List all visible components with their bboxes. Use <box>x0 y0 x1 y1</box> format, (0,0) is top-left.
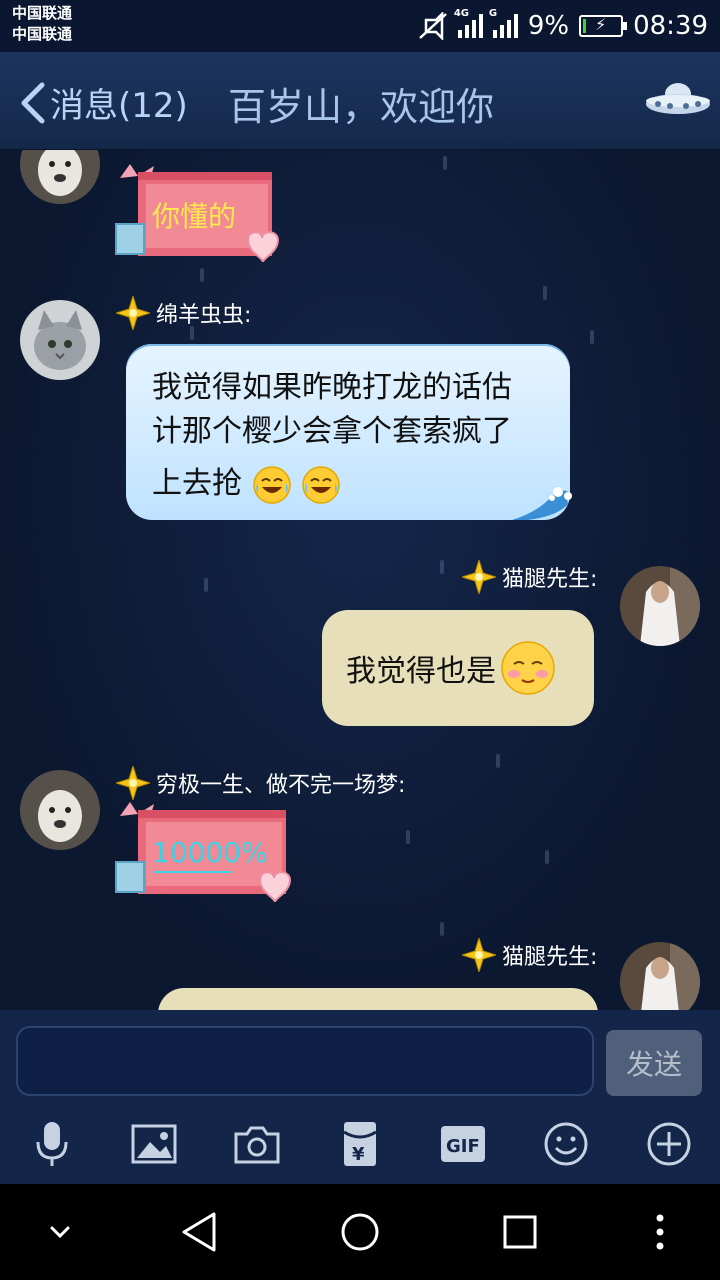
red-packet-icon[interactable]: ¥ <box>334 1118 386 1170</box>
more-icon[interactable] <box>634 1206 686 1258</box>
carrier-2: 中国联通 <box>12 25 73 43</box>
sticker-text: 你懂的 <box>152 200 236 233</box>
avatar[interactable] <box>620 566 700 646</box>
composer-toolbar: ¥ GIF <box>0 1110 720 1184</box>
battery-icon: ⚡ <box>579 15 628 37</box>
message-line: 计那个樱少会拿个套索疯了 <box>152 414 512 449</box>
sender-row: 猫腿先生: <box>462 560 597 594</box>
sender-name: 穷极一生、做不完一场梦: <box>156 773 406 798</box>
back-button[interactable]: 消息(12) <box>18 78 188 127</box>
sender-name: 猫腿先生: <box>502 945 598 970</box>
avatar[interactable] <box>620 942 700 1010</box>
svg-text:GIF: GIF <box>446 1136 480 1157</box>
sticker-text: 10000% <box>152 836 268 869</box>
sender-name: 绵羊虫虫: <box>156 303 252 328</box>
gift-sticker[interactable]: 你懂的 <box>108 162 288 272</box>
camera-icon[interactable] <box>231 1118 283 1170</box>
message-line: 我觉得如果昨晚打龙的话估 <box>152 370 512 405</box>
gif-icon[interactable]: GIF <box>437 1118 489 1170</box>
status-icons: 4G G 9% ⚡ 08:39 <box>418 8 708 44</box>
chat-title: 百岁山，欢迎你 <box>228 85 495 129</box>
laugh-cry-emoji <box>302 465 340 504</box>
message-list[interactable]: 你懂的 绵羊虫虫: 我觉得如果昨晚打龙的话估 计那个樱少会拿个套索疯了 上去抢 <box>0 150 720 1010</box>
system-nav-bar <box>0 1184 720 1280</box>
sparkle-badge-icon <box>462 938 496 972</box>
message-bubble[interactable]: 我觉得也是 <box>322 610 594 726</box>
avatar[interactable] <box>20 770 100 850</box>
collapse-icon[interactable] <box>34 1206 86 1258</box>
message-bubble[interactable]: 我觉得如果昨晚打龙的话估 计那个樱少会拿个套索疯了 上去抢 <box>126 344 572 520</box>
back-icon[interactable] <box>176 1206 228 1258</box>
battery-percent: 9% <box>527 11 570 41</box>
plus-icon[interactable] <box>643 1118 695 1170</box>
ufo-icon[interactable] <box>644 78 712 118</box>
emoji-icon[interactable] <box>540 1118 592 1170</box>
message-text: 我觉得也是 <box>346 654 496 689</box>
sender-row: 猫腿先生: <box>462 938 597 972</box>
signal-g-icon: G <box>489 8 518 38</box>
recents-icon[interactable] <box>494 1206 546 1258</box>
send-button[interactable]: 发送 <box>606 1030 702 1096</box>
message-line: 上去抢 <box>152 466 242 501</box>
avatar[interactable] <box>20 150 100 204</box>
sparkle-badge-icon <box>116 766 150 800</box>
vibrate-off-icon <box>418 12 447 40</box>
message-input[interactable] <box>16 1026 594 1096</box>
sender-row: 绵羊虫虫: <box>116 296 251 330</box>
wave-decoration-icon <box>512 487 572 520</box>
chevron-left-icon <box>21 82 45 123</box>
back-label: 消息(12) <box>50 86 188 126</box>
laugh-cry-emoji <box>252 465 291 504</box>
avatar[interactable] <box>20 300 100 380</box>
gift-sticker[interactable]: 10000% <box>108 800 302 910</box>
blush-emoji <box>501 641 555 695</box>
sparkle-badge-icon <box>116 296 150 330</box>
sparkle-badge-icon <box>462 560 496 594</box>
svg-text:¥: ¥ <box>352 1144 365 1165</box>
composer: 发送 <box>0 1010 720 1110</box>
microphone-icon[interactable] <box>26 1118 78 1170</box>
status-bar: 中国联通 中国联通 4G G 9% ⚡ 08:39 <box>0 0 720 52</box>
clock: 08:39 <box>633 11 708 41</box>
signal-4g-icon: 4G <box>454 8 483 38</box>
sender-row: 穷极一生、做不完一场梦: <box>116 766 405 800</box>
image-icon[interactable] <box>128 1118 180 1170</box>
carrier-1: 中国联通 <box>12 4 73 22</box>
header: 消息(12) 百岁山，欢迎你 <box>0 52 720 150</box>
home-icon[interactable] <box>334 1206 386 1258</box>
sender-name: 猫腿先生: <box>502 567 598 592</box>
message-bubble[interactable] <box>158 988 598 1010</box>
